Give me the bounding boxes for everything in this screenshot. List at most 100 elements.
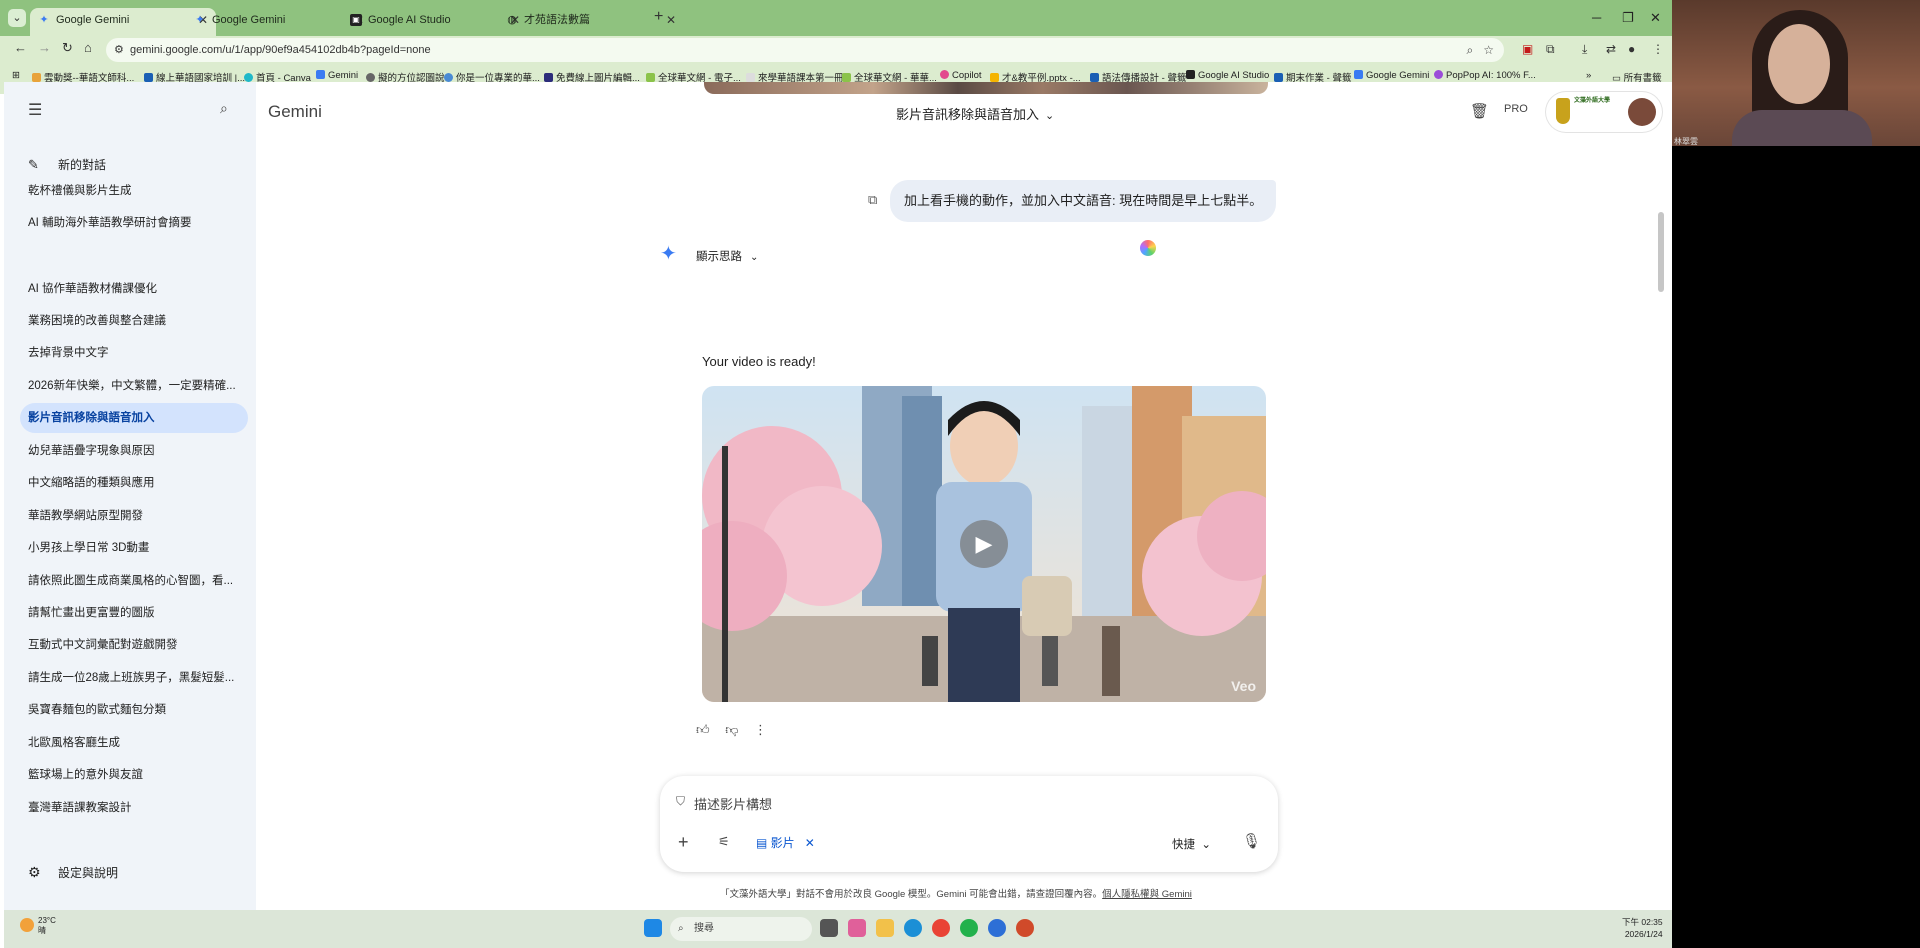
show-thinking-button[interactable]: 顯示思路 ⌄ [696, 248, 758, 264]
close-tab-icon[interactable]: ✕ [666, 8, 676, 32]
apps-icon[interactable]: ⊞ [12, 70, 20, 81]
bookmark-item[interactable]: Gemini [316, 70, 358, 81]
file-explorer-icon[interactable] [876, 919, 894, 937]
zoom-icon[interactable] [988, 919, 1006, 937]
profile-icon[interactable]: ● [1628, 42, 1635, 56]
bookmark-item[interactable]: Copilot [940, 70, 982, 81]
sidebar-item[interactable]: 業務困境的改善與整合建議 [20, 306, 248, 336]
weather-widget[interactable]: 23°C 晴 [20, 916, 56, 936]
edge-icon[interactable] [904, 919, 922, 937]
restore-icon[interactable]: ❐ [1622, 10, 1634, 26]
site-info-icon[interactable]: ⚙ [114, 38, 124, 62]
sidebar-item[interactable]: 吳寶春麵包的歐式麵包分類 [20, 695, 248, 725]
sidebar-item-active[interactable]: 影片音訊移除與語音加入 [20, 403, 248, 433]
remove-chip-icon[interactable]: ✕ [805, 836, 815, 850]
bookmark-item[interactable]: PopPop AI: 100% F... [1434, 70, 1536, 81]
thumbs-up-icon[interactable]: 👍︎ [696, 722, 710, 737]
privacy-link[interactable]: 個人隱私權與 Gemini [1102, 889, 1192, 900]
download-icon[interactable]: ⤓ [1582, 42, 1587, 57]
search-icon[interactable]: ⌕ [220, 100, 228, 117]
model-mode-selector[interactable]: 快捷 ⌄ [1172, 836, 1211, 852]
sidebar-item[interactable]: AI 輔助海外華語教學研討會摘要 [20, 208, 248, 238]
sidebar-item[interactable]: 請幫忙畫出更富豐的圖版 [20, 598, 248, 628]
gemini-brand[interactable]: Gemini [268, 102, 322, 122]
clock[interactable]: 下午 02:35 2026/1/24 [1622, 916, 1663, 940]
bookmark-icon [1434, 70, 1443, 79]
scrollbar[interactable] [1658, 212, 1664, 292]
extensions-icon[interactable]: ⧉ [1546, 42, 1555, 57]
bookmark-item[interactable]: Google Gemini [1354, 70, 1429, 81]
temperature: 23°C [38, 916, 56, 925]
bookmark-icon [32, 73, 41, 82]
bookmark-icon [990, 73, 999, 82]
add-icon[interactable]: + [678, 832, 689, 853]
conversation-title[interactable]: 影片音訊移除與語音加入 ⌄ [896, 104, 1054, 123]
sidebar-item[interactable]: 請生成一位28歲上班族男子，黑髮短髮... [20, 663, 248, 693]
university-logo: 文藻外語大學 [1556, 98, 1624, 126]
gemini-app: ☰ ⌕ ✎ 新的對話 乾杯禮儀與影片生成 AI 輔助海外華語教學研討會摘要 AI … [4, 82, 1672, 910]
start-icon[interactable] [644, 919, 662, 937]
play-button[interactable]: ▶ [960, 520, 1008, 568]
pdf-extension-icon[interactable]: ▣ [1522, 42, 1533, 56]
sidebar-item[interactable]: AI 協作華語教材備課優化 [20, 274, 248, 304]
account-switcher[interactable]: 文藻外語大學 [1546, 92, 1662, 132]
menu-icon[interactable]: ⋮ [1652, 42, 1664, 56]
time: 下午 02:35 [1622, 917, 1663, 927]
tab-label: 才苑語法數篇 [524, 14, 590, 26]
tools-icon[interactable]: ⚟ [718, 834, 730, 850]
reload-icon[interactable]: ↻ [62, 40, 73, 56]
more-bookmarks-icon[interactable]: » [1586, 70, 1591, 81]
new-tab-button[interactable]: + [654, 8, 663, 26]
line-icon[interactable] [960, 919, 978, 937]
ai-studio-icon [1186, 70, 1195, 79]
gemini-sparkle-icon: ✦ [660, 243, 677, 265]
copilot-icon[interactable] [848, 919, 866, 937]
new-chat-button[interactable]: ✎ 新的對話 [28, 156, 106, 173]
pro-badge[interactable]: PRO [1504, 103, 1528, 115]
university-name: 文藻外語大學 [1574, 98, 1611, 104]
delete-icon[interactable]: 🗑 [1470, 102, 1489, 120]
sidebar-item[interactable]: 華語教學網站原型開發 [20, 501, 248, 531]
task-view-icon[interactable] [820, 919, 838, 937]
edit-icon: ✎ [28, 157, 39, 172]
home-icon[interactable]: ⌂ [84, 40, 92, 55]
sidebar-item[interactable]: 2026新年快樂，中文繁體，一定要精確... [20, 371, 248, 401]
chrome-icon[interactable] [932, 919, 950, 937]
sidebar-item[interactable]: 幼兒華語疊字現象與原因 [20, 436, 248, 466]
bookmark-icon [842, 73, 851, 82]
address-bar[interactable]: ⚙ gemini.google.com/u/1/app/90ef9a454102… [106, 38, 1504, 62]
sidebar-item[interactable]: 籃球場上的意外與友誼 [20, 760, 248, 790]
video-icon: ▤ [756, 836, 771, 850]
forward-icon[interactable]: → [38, 40, 51, 55]
bookmark-icon [746, 73, 755, 82]
video-player[interactable]: ▶ Veo [702, 386, 1266, 702]
zoom-bookmark-icons[interactable]: ⌕ ☆ [1467, 38, 1494, 62]
translate-icon[interactable]: ⇄ [1606, 42, 1616, 56]
browser-tab-strip: ⌄ ✦ Google Gemini ✕ ✦ Google Gemini ✕ ▣ … [0, 0, 1672, 36]
sidebar-item[interactable]: 北歐風格客廳生成 [20, 728, 248, 758]
sidebar-item[interactable]: 乾杯禮儀與影片生成 [20, 176, 248, 206]
thumbs-down-icon[interactable]: 👎︎ [725, 722, 738, 737]
back-icon[interactable]: ← [14, 40, 27, 55]
microphone-icon[interactable]: 🎙︎ [1242, 832, 1261, 850]
sidebar-item[interactable]: 臺灣華語課教案設計 [20, 793, 248, 823]
sidebar-item[interactable]: 請依照此圖生成商業風格的心智圖，看... [20, 566, 248, 596]
taskbar-search[interactable]: ⌕ 搜尋 [670, 917, 812, 941]
settings-button[interactable]: ⚙ 設定與說明 [28, 864, 118, 881]
sidebar-item[interactable]: 互動式中文詞彙配對遊戲開發 [20, 630, 248, 660]
minimize-icon[interactable]: ─ [1592, 10, 1601, 25]
tab-search-icon[interactable]: ⌄ [8, 9, 26, 27]
menu-icon[interactable]: ☰ [28, 100, 46, 120]
more-options-icon[interactable]: ⋮ [754, 722, 767, 737]
prompt-composer: ⛉ 描述影片構想 + ⚟ ▤ 影片 ✕ 快捷 ⌄ 🎙︎ [660, 776, 1278, 872]
close-window-icon[interactable]: ✕ [1650, 10, 1661, 26]
copy-icon[interactable]: ⧉ [868, 192, 877, 208]
sidebar-item[interactable]: 去掉背景中文字 [20, 338, 248, 368]
powerpoint-icon[interactable] [1016, 919, 1034, 937]
sidebar-item[interactable]: 小男孩上學日常 3D動畫 [20, 533, 248, 563]
bookmark-item[interactable]: Google AI Studio [1186, 70, 1269, 81]
prompt-input[interactable]: 描述影片構想 [694, 794, 772, 813]
ai-studio-favicon-icon: ▣ [350, 14, 362, 26]
video-chip[interactable]: ▤ 影片 ✕ [756, 834, 815, 851]
sidebar-item[interactable]: 中文縮略語的種類與應用 [20, 468, 248, 498]
